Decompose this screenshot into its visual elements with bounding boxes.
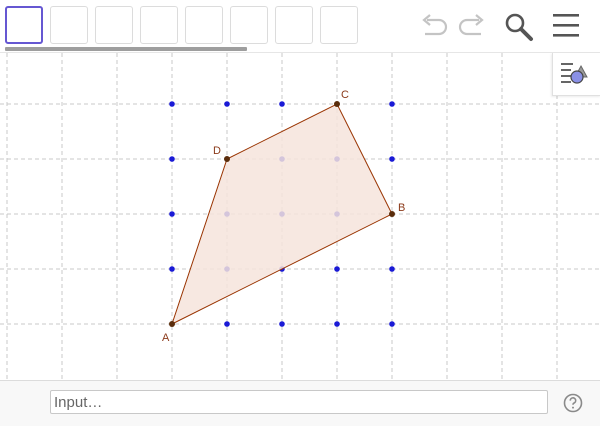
menu-icon[interactable] — [551, 12, 581, 40]
tool-slot-6[interactable] — [230, 6, 268, 44]
point-c[interactable] — [334, 101, 340, 107]
lattice-point[interactable] — [279, 321, 285, 327]
input-bar — [0, 380, 600, 426]
point-b[interactable] — [389, 211, 395, 217]
tool-slot-2[interactable] — [50, 6, 88, 44]
point-label-c: C — [341, 89, 349, 101]
toolbar — [0, 0, 600, 53]
style-bar-toggle[interactable] — [552, 53, 600, 96]
lattice-point[interactable] — [389, 321, 395, 327]
point-a[interactable] — [169, 321, 175, 327]
help-icon[interactable] — [563, 393, 583, 413]
undo-icon[interactable] — [418, 12, 452, 40]
lattice-point[interactable] — [389, 156, 395, 162]
lattice-point[interactable] — [334, 266, 340, 272]
tool-slot-3[interactable] — [95, 6, 133, 44]
lattice-point[interactable] — [169, 101, 175, 107]
tool-slot-4[interactable] — [140, 6, 178, 44]
lattice-point[interactable] — [224, 101, 230, 107]
lattice-point[interactable] — [169, 156, 175, 162]
graphics-view[interactable]: A B C D — [0, 53, 600, 380]
tool-slot-5[interactable] — [185, 6, 223, 44]
point-label-d: D — [213, 145, 221, 157]
lattice-point[interactable] — [334, 321, 340, 327]
tool-slot-8[interactable] — [320, 6, 358, 44]
toolbar-scrollbar[interactable] — [5, 47, 247, 51]
lattice-point[interactable] — [389, 101, 395, 107]
lattice-point[interactable] — [169, 211, 175, 217]
lattice-point[interactable] — [279, 101, 285, 107]
lattice-point[interactable] — [389, 266, 395, 272]
lattice-point[interactable] — [224, 321, 230, 327]
tool-slot-move[interactable] — [5, 6, 43, 44]
point-label-b: B — [398, 202, 405, 214]
redo-icon[interactable] — [454, 12, 488, 40]
point-label-a: A — [162, 332, 170, 344]
tool-slot-7[interactable] — [275, 6, 313, 44]
graphics-style-icon — [561, 63, 588, 84]
algebra-input[interactable] — [50, 390, 548, 414]
lattice-point[interactable] — [169, 266, 175, 272]
search-icon[interactable] — [503, 11, 535, 43]
point-d[interactable] — [224, 156, 230, 162]
